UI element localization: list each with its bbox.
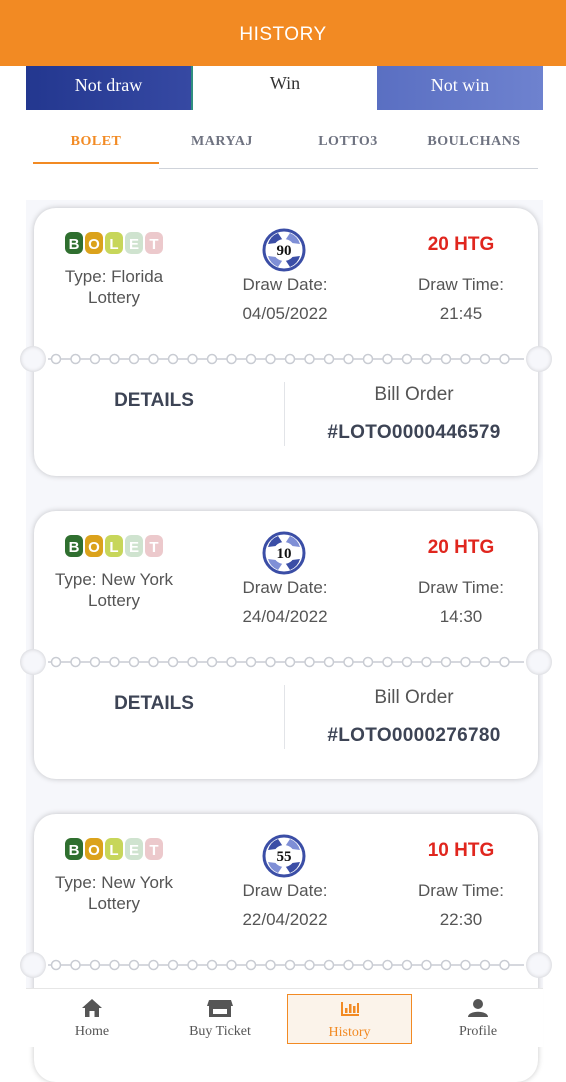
- logo-letter: L: [109, 236, 118, 253]
- ticket-notch-left: [20, 649, 46, 675]
- details-button[interactable]: DETAILS: [94, 390, 214, 412]
- person-icon: [468, 999, 488, 1017]
- nav-buy-ticket[interactable]: Buy Ticket: [158, 994, 282, 1044]
- lottery-ball: 90: [262, 228, 306, 272]
- nav-history[interactable]: History: [287, 994, 412, 1044]
- ticket-type: Type: Florida Lottery: [44, 266, 184, 308]
- lottery-ball: 55: [262, 834, 306, 878]
- logo-letter: T: [149, 842, 158, 859]
- nav-home-label: Home: [74, 1024, 110, 1039]
- ticket-divider: [284, 685, 285, 749]
- logo-letter: T: [149, 539, 158, 556]
- logo-letter: E: [129, 236, 139, 253]
- page-header: HISTORY: [0, 0, 566, 66]
- ticket-perforation: [48, 656, 524, 668]
- draw-date-label: Draw Date:: [242, 881, 328, 900]
- ticket-type-line1: Type: New York: [54, 873, 174, 892]
- tab-bolet[interactable]: BOLET: [33, 134, 159, 164]
- logo-letter: E: [129, 539, 139, 556]
- draw-time-value: 14:30: [439, 607, 483, 626]
- tab-maryaj[interactable]: MARYAJ: [159, 134, 285, 162]
- ticket-perforation: [48, 959, 524, 971]
- ticket-card: BOLET Type: Florida Lottery 90 20 HTG Dr…: [20, 208, 552, 476]
- draw-date-label: Draw Date:: [242, 275, 328, 294]
- nav-profile[interactable]: Profile: [416, 994, 540, 1044]
- logo-letter: T: [149, 236, 158, 253]
- draw-date-label: Draw Date:: [242, 578, 328, 597]
- bill-order-label: Bill Order: [374, 687, 454, 708]
- ticket-card: BOLET Type: New York Lottery 10 20 HTG D…: [20, 511, 552, 779]
- filter-not-win[interactable]: Not win: [377, 66, 543, 110]
- nav-home[interactable]: Home: [30, 994, 154, 1044]
- ticket-notch-right: [526, 649, 552, 675]
- draw-date-value: 24/04/2022: [242, 607, 328, 626]
- ticket-type-line2: Lottery: [88, 288, 140, 307]
- ball-number: 55: [277, 849, 292, 865]
- bolet-logo: BOLET: [65, 838, 163, 860]
- store-icon: [207, 1000, 233, 1017]
- ticket-notch-right: [526, 952, 552, 978]
- ticket-notch-right: [526, 346, 552, 372]
- logo-letter: B: [69, 539, 80, 556]
- ticket-amount: 20 HTG: [427, 537, 495, 558]
- draw-time-value: 21:45: [439, 304, 483, 323]
- chart-icon: [341, 1002, 359, 1016]
- nav-profile-label: Profile: [458, 1024, 498, 1039]
- ticket-type-line2: Lottery: [88, 591, 140, 610]
- logo-letter: E: [129, 842, 139, 859]
- ticket-notch-left: [20, 952, 46, 978]
- ticket-type-line1: Type: New York: [54, 570, 174, 589]
- nav-history-label: History: [328, 1025, 371, 1040]
- draw-date-value: 22/04/2022: [242, 910, 328, 929]
- tabs-divider: [159, 168, 538, 169]
- draw-time-label: Draw Time:: [418, 275, 504, 294]
- ticket-amount: 20 HTG: [427, 234, 495, 255]
- nav-buy-ticket-label: Buy Ticket: [189, 1024, 251, 1039]
- draw-time-value: 22:30: [439, 910, 483, 929]
- lottery-ball: 10: [262, 531, 306, 575]
- ball-number: 10: [277, 546, 292, 562]
- draw-time-label: Draw Time:: [418, 881, 504, 900]
- bill-order-label: Bill Order: [374, 384, 454, 405]
- draw-date-value: 04/05/2022: [242, 304, 328, 323]
- bill-order-number: #LOTO0000276780: [327, 725, 501, 746]
- filter-win[interactable]: Win: [191, 66, 377, 110]
- details-button[interactable]: DETAILS: [94, 693, 214, 715]
- logo-letter: O: [88, 236, 100, 253]
- ticket-type-line2: Lottery: [88, 894, 140, 913]
- ticket-amount: 10 HTG: [427, 840, 495, 861]
- ticket-divider: [284, 382, 285, 446]
- page-title: HISTORY: [239, 24, 327, 45]
- logo-letter: O: [88, 842, 100, 859]
- logo-letter: B: [69, 842, 80, 859]
- logo-letter: O: [88, 539, 100, 556]
- filter-not-draw[interactable]: Not draw: [26, 66, 191, 110]
- ticket-perforation: [48, 353, 524, 365]
- tab-lotto3[interactable]: LOTTO3: [285, 134, 411, 162]
- home-icon: [82, 999, 102, 1017]
- ticket-type: Type: New York Lottery: [44, 569, 184, 611]
- ticket-notch-left: [20, 346, 46, 372]
- tab-boulchans[interactable]: BOULCHANS: [411, 134, 537, 162]
- bolet-logo: BOLET: [65, 535, 163, 557]
- ticket-type-line1: Type: Florida: [64, 267, 164, 286]
- bill-order-number: #LOTO0000446579: [327, 422, 501, 443]
- ticket-type: Type: New York Lottery: [44, 872, 184, 914]
- logo-letter: L: [109, 539, 118, 556]
- logo-letter: B: [69, 236, 80, 253]
- logo-letter: L: [109, 842, 118, 859]
- draw-time-label: Draw Time:: [418, 578, 504, 597]
- ball-number: 90: [277, 243, 292, 259]
- bolet-logo: BOLET: [65, 232, 163, 254]
